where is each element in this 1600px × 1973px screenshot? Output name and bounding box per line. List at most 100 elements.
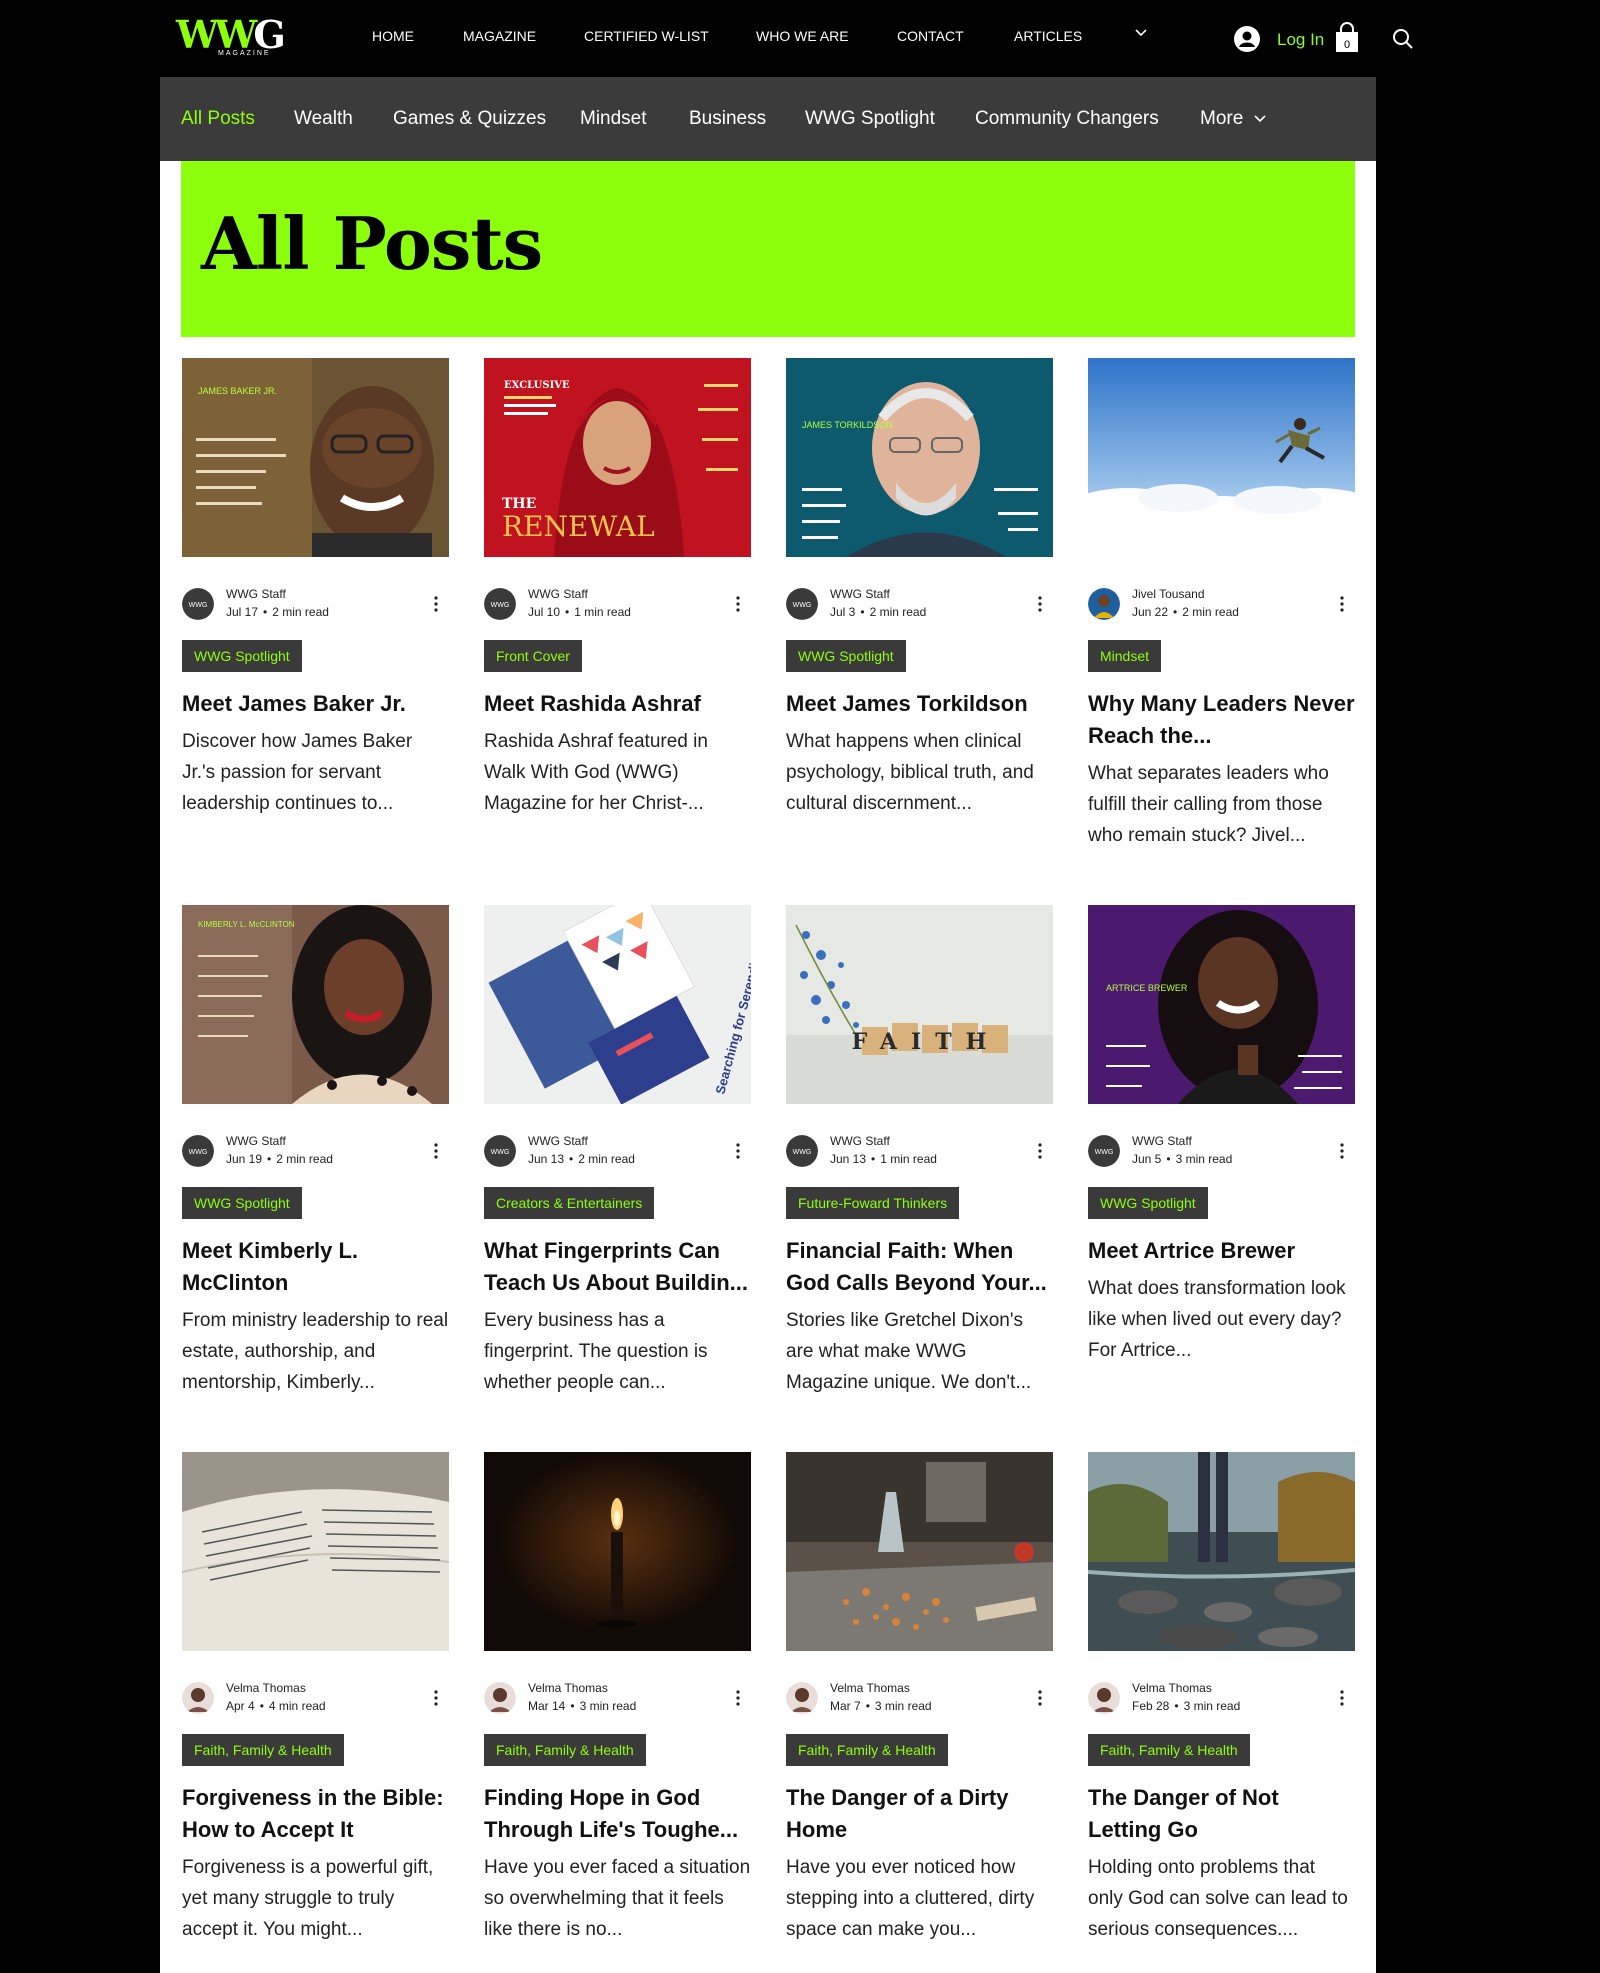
post-card[interactable]: Velma Thomas Mar 7 • 3 min read Faith, Fam… [786,1452,1053,1972]
more-options-icon[interactable] [1339,1689,1345,1707]
post-cover-image[interactable] [484,1452,751,1651]
post-card[interactable]: ARTRICE BREWER WWG WWG Staff Jun 5 • 3 min… [1088,905,1355,1425]
author-name[interactable]: WWG Staff [226,587,286,601]
post-cover-image[interactable]: JAMES TORKILDSON [786,358,1053,557]
nav-magazine[interactable]: MAGAZINE [463,28,536,44]
more-options-icon[interactable] [433,595,439,613]
category-community-changers[interactable]: Community Changers [975,108,1159,130]
post-cover-image[interactable]: EXCLUSIVE THE RENEWAL [484,358,751,557]
post-card[interactable]: Jivel Tousand Jun 22 • 2 min read Mindset … [1088,358,1355,878]
more-options-icon[interactable] [1339,595,1345,613]
post-cover-image[interactable] [182,1452,449,1651]
post-title[interactable]: The Danger of a Dirty Home [786,1782,1053,1846]
author-name[interactable]: Velma Thomas [830,1681,910,1695]
author-avatar[interactable]: WWG [182,588,214,620]
post-cover-image[interactable]: KIMBERLY L. McCLINTON [182,905,449,1104]
category-tag[interactable]: Faith, Family & Health [1088,1734,1250,1766]
category-mindset[interactable]: Mindset [580,108,647,130]
category-tag[interactable]: Mindset [1088,640,1162,672]
post-title[interactable]: Financial Faith: When God Calls Beyond Y… [786,1235,1053,1299]
more-options-icon[interactable] [1037,1689,1043,1707]
category-tag[interactable]: Front Cover [484,640,582,672]
login-link[interactable]: Log In [1277,30,1324,50]
author-avatar[interactable] [182,1682,214,1714]
author-name[interactable]: WWG Staff [1132,1134,1192,1148]
more-options-icon[interactable] [1037,595,1043,613]
post-title[interactable]: Why Many Leaders Never Reach the... [1088,688,1355,752]
post-card[interactable]: JAMES BAKER JR. WWG WWG Staff Jul 17 • 2 m… [182,358,449,878]
post-title[interactable]: Finding Hope in God Through Life's Tough… [484,1782,751,1846]
author-name[interactable]: Velma Thomas [226,1681,306,1695]
post-cover-image[interactable]: Searching for Serendipity [484,905,751,1104]
author-avatar[interactable]: WWG [484,1135,516,1167]
author-name[interactable]: Velma Thomas [528,1681,608,1695]
post-title[interactable]: Meet James Torkildson [786,688,1053,720]
post-card[interactable]: JAMES TORKILDSON WWG WWG Staff Jul 3 • 2 m… [786,358,1053,878]
author-name[interactable]: Velma Thomas [1132,1681,1212,1695]
post-card[interactable]: KIMBERLY L. McCLINTON WWG WWG Staff Jun … [182,905,449,1425]
category-tag[interactable]: Faith, Family & Health [182,1734,344,1766]
more-options-icon[interactable] [735,595,741,613]
more-options-icon[interactable] [433,1142,439,1160]
category-more[interactable]: More [1200,108,1243,130]
post-card[interactable]: Velma Thomas Feb 28 • 3 min read Faith, Fa… [1088,1452,1355,1972]
author-avatar[interactable] [484,1682,516,1714]
author-avatar[interactable]: WWG [484,588,516,620]
wwg-logo[interactable]: WWG MAGAZINE [176,16,286,60]
author-avatar[interactable] [786,1682,818,1714]
cart-icon[interactable]: 0 [1334,22,1360,54]
nav-home[interactable]: HOME [372,28,414,44]
author-avatar[interactable]: WWG [182,1135,214,1167]
nav-certified-w-list[interactable]: CERTIFIED W-LIST [584,28,709,44]
search-icon[interactable] [1392,28,1414,50]
author-name[interactable]: Jivel Tousand [1132,587,1205,601]
post-cover-image[interactable]: ARTRICE BREWER [1088,905,1355,1104]
post-title[interactable]: Meet Rashida Ashraf [484,688,751,720]
category-tag[interactable]: Future-Foward Thinkers [786,1187,960,1219]
nav-who-we-are[interactable]: WHO WE ARE [756,28,849,44]
post-card[interactable]: Searching for Serendipity WWG WWG Staff … [484,905,751,1425]
category-tag[interactable]: Creators & Entertainers [484,1187,655,1219]
more-options-icon[interactable] [1339,1142,1345,1160]
category-all-posts[interactable]: All Posts [181,108,255,130]
author-avatar[interactable] [1088,1682,1120,1714]
post-cover-image[interactable] [1088,358,1355,557]
category-tag[interactable]: WWG Spotlight [182,1187,302,1219]
category-business[interactable]: Business [689,108,766,130]
post-title[interactable]: The Danger of Not Letting Go [1088,1782,1355,1846]
post-cover-image[interactable] [1088,1452,1355,1651]
nav-contact[interactable]: CONTACT [897,28,964,44]
more-options-icon[interactable] [1037,1142,1043,1160]
post-card[interactable]: FAITH WWG WWG Staff Jun 13 • 1 min read Fu… [786,905,1053,1425]
author-avatar[interactable] [1088,588,1120,620]
author-name[interactable]: WWG Staff [830,1134,890,1148]
more-options-icon[interactable] [735,1142,741,1160]
post-card[interactable]: Velma Thomas Mar 14 • 3 min read Faith, Fa… [484,1452,751,1972]
post-title[interactable]: Meet Artrice Brewer [1088,1235,1355,1267]
post-cover-image[interactable]: JAMES BAKER JR. [182,358,449,557]
more-options-icon[interactable] [433,1689,439,1707]
chevron-down-icon[interactable] [1253,112,1267,126]
category-wwg-spotlight[interactable]: WWG Spotlight [805,108,935,130]
category-tag[interactable]: WWG Spotlight [182,640,302,672]
post-cover-image[interactable]: FAITH [786,905,1053,1104]
post-title[interactable]: Meet James Baker Jr. [182,688,449,720]
category-tag[interactable]: WWG Spotlight [786,640,906,672]
post-title[interactable]: What Fingerprints Can Teach Us About Bui… [484,1235,751,1299]
post-card[interactable]: Velma Thomas Apr 4 • 4 min read Faith, Fam… [182,1452,449,1972]
author-name[interactable]: WWG Staff [830,587,890,601]
author-avatar[interactable]: WWG [786,588,818,620]
author-name[interactable]: WWG Staff [226,1134,286,1148]
author-name[interactable]: WWG Staff [528,1134,588,1148]
author-avatar[interactable]: WWG [786,1135,818,1167]
user-icon[interactable] [1234,26,1260,52]
nav-articles[interactable]: ARTICLES [1014,28,1082,44]
chevron-down-icon[interactable] [1134,26,1148,40]
author-avatar[interactable]: WWG [1088,1135,1120,1167]
post-cover-image[interactable] [786,1452,1053,1651]
category-tag[interactable]: Faith, Family & Health [786,1734,948,1766]
post-title[interactable]: Forgiveness in the Bible: How to Accept … [182,1782,449,1846]
author-name[interactable]: WWG Staff [528,587,588,601]
more-options-icon[interactable] [735,1689,741,1707]
category-wealth[interactable]: Wealth [294,108,353,130]
